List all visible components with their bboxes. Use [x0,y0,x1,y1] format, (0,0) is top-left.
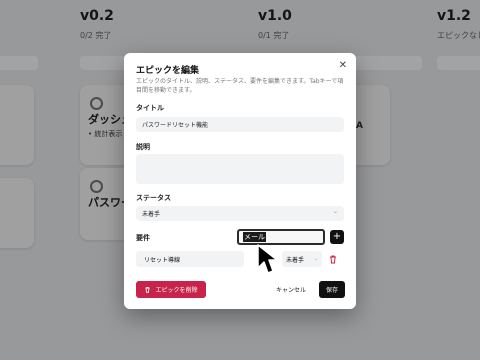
mouse-cursor-icon [257,244,278,274]
close-icon[interactable]: ✕ [339,60,347,71]
dialog-description: エピックのタイトル、説明、ステータス、要件を編集できます。Tabキーで項目間を移… [136,78,344,94]
trash-icon[interactable] [328,254,338,264]
requirement-row: リセット導線 未着手 ⌄ [136,251,344,267]
title-input[interactable]: パスワードリセット機能 [136,117,344,132]
status-select[interactable]: 未着手 ⌄ [136,206,344,221]
title-input-value: パスワードリセット機能 [142,122,209,129]
add-requirement-button[interactable]: + [330,230,344,244]
delete-epic-label: エピックを削除 [155,287,198,294]
dialog-title: エピックを編集 [136,66,200,76]
requirement-status-value: 未着手 [286,256,305,264]
selected-text: メール [243,232,266,242]
requirement-status-select[interactable]: 未着手 ⌄ [282,251,322,267]
requirement-input[interactable]: メール [237,229,325,245]
save-button[interactable]: 保存 [319,281,345,298]
chevron-down-icon: ⌄ [313,256,318,262]
trash-icon [145,286,151,293]
requirement-name: リセット導線 [144,256,181,264]
edit-epic-dialog: ✕ エピックを編集 エピックのタイトル、説明、ステータス、要件を編集できます。T… [124,53,356,309]
description-textarea[interactable] [136,154,344,184]
description-label: 説明 [136,143,150,151]
chevron-down-icon: ⌄ [332,208,338,215]
cancel-button[interactable]: キャンセル [269,281,313,298]
title-label: タイトル [136,104,164,112]
delete-epic-button[interactable]: エピックを削除 [136,281,206,298]
status-label: ステータス [136,194,171,202]
requirement-name-input[interactable]: リセット導線 [136,251,244,267]
requirements-label: 要件 [136,234,150,242]
status-select-value: 未着手 [142,211,161,218]
